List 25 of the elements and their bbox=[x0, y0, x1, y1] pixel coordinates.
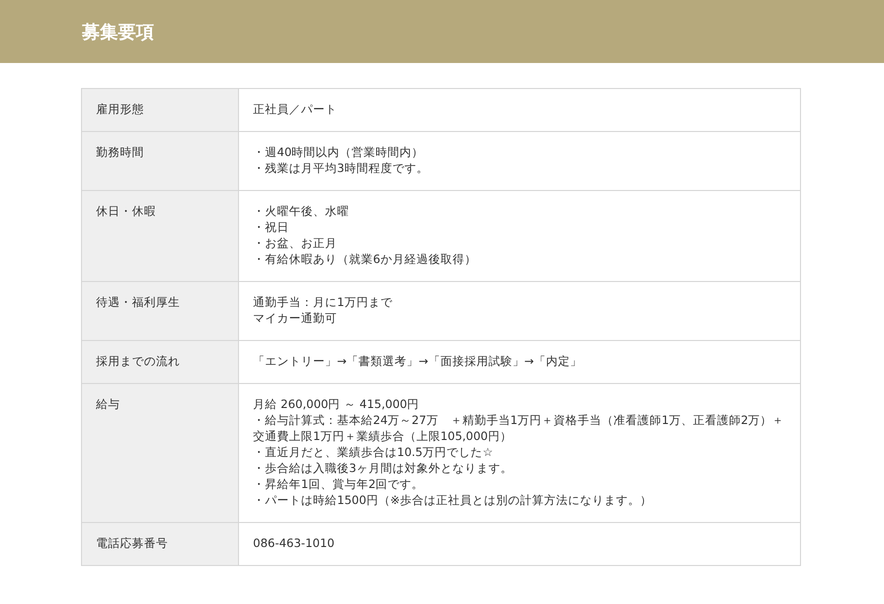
cell-text: ・パートは時給1500円（※歩合は正社員とは別の計算方法になります。） bbox=[253, 492, 652, 508]
cell-text: 正社員／パート bbox=[253, 101, 337, 117]
table-header-cell: 雇用形態 bbox=[82, 88, 238, 132]
cell-text: 「エントリー」→「書類選考」→「面接採用試験」→「内定」 bbox=[253, 353, 582, 369]
cell-text: ・昇給年1回、賞与年2回です。 bbox=[253, 476, 424, 492]
cell-text: ・歩合給は入職後3ヶ月間は対象外となります。 bbox=[253, 460, 512, 476]
cell-text: ・火曜午後、水曜 bbox=[253, 203, 349, 219]
table-header-cell: 休日・休暇 bbox=[82, 190, 238, 282]
cell-text: ・有給休暇あり（就業6か月経過後取得） bbox=[253, 251, 476, 267]
table-header-cell: 勤務時間 bbox=[82, 132, 238, 190]
cell-text: ・給与計算式：基本給24万～27万 ＋精勤手当1万円＋資格手当（准看護師1万、正看護師2万）＋交通費上限1万円＋業績歩合（上限105,000円） bbox=[253, 412, 786, 444]
table-header-cell: 待遇・福利厚生 bbox=[82, 282, 238, 340]
cell-text: 086-463-1010 bbox=[253, 535, 334, 551]
cell-text: マイカー通勤可 bbox=[253, 310, 337, 326]
table-header-cell: 採用までの流れ bbox=[82, 340, 238, 384]
cell-text: ・祝日 bbox=[253, 219, 289, 235]
table-header-cell: 給与 bbox=[82, 384, 238, 522]
table-header-cell: 電話応募番号 bbox=[82, 522, 238, 566]
cell-text: 通勤手当：月に1万円まで bbox=[253, 294, 392, 310]
cell-text: ・直近月だと、業績歩合は10.5万円でした☆ bbox=[253, 444, 493, 460]
cell-text: 月給 260,000円 ～ 415,000円 bbox=[253, 396, 420, 412]
cell-text: ・週40時間以内（営業時間内） bbox=[253, 144, 424, 160]
page-title: 募集要項 bbox=[82, 20, 154, 44]
cell-text: ・お盆、お正月 bbox=[253, 235, 337, 251]
cell-text: ・残業は月平均3時間程度です。 bbox=[253, 160, 428, 176]
